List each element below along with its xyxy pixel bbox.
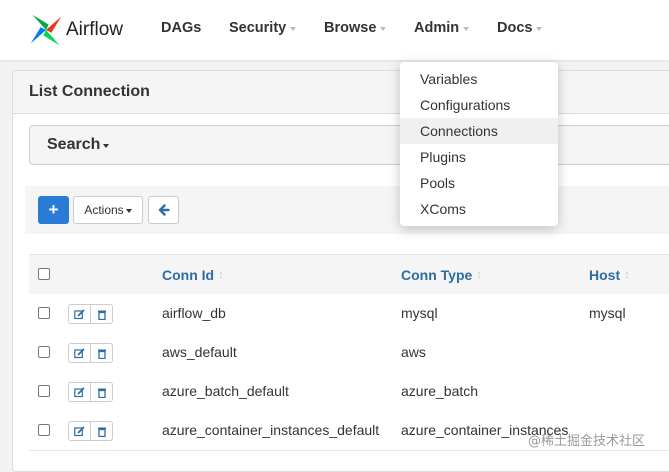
plus-icon: + — [48, 200, 59, 219]
search-box: Search — [29, 125, 669, 165]
edit-button[interactable] — [69, 383, 90, 401]
column-header-conn-type[interactable]: Conn Type ↕ — [401, 267, 482, 283]
edit-button[interactable] — [69, 305, 90, 323]
row-checkbox[interactable] — [38, 307, 50, 319]
menu-item-variables[interactable]: Variables — [400, 66, 558, 92]
nav-browse[interactable]: Browse — [324, 20, 387, 36]
page-title: List Connection — [29, 83, 150, 100]
cell-conn-type: azure_batch — [401, 383, 479, 399]
delete-button[interactable] — [90, 344, 112, 362]
cell-host: mysql — [589, 305, 626, 321]
menu-item-plugins[interactable]: Plugins — [400, 144, 558, 170]
nav-dags-label: DAGs — [161, 20, 202, 36]
column-header-label: Host — [589, 267, 621, 283]
menu-item-pools[interactable]: Pools — [400, 170, 558, 196]
edit-icon — [74, 386, 85, 397]
actions-label: Actions — [84, 203, 124, 217]
column-header-conn-id[interactable]: Conn Id ↕ — [162, 267, 224, 283]
caret-down-icon — [125, 209, 132, 213]
watermark: @稀土掘金技术社区 — [528, 434, 646, 449]
back-button[interactable] — [148, 196, 179, 224]
row-checkbox[interactable] — [38, 346, 50, 358]
edit-button[interactable] — [69, 344, 90, 362]
action-toolbar: + Actions — [25, 186, 669, 234]
edit-icon — [74, 425, 85, 436]
brand-name: Airflow — [66, 19, 124, 40]
edit-button[interactable] — [69, 422, 90, 440]
cell-conn-id: airflow_db — [162, 305, 226, 321]
trash-icon — [97, 388, 106, 398]
add-connection-button[interactable]: + — [38, 196, 69, 224]
nav-dags[interactable]: DAGs — [161, 20, 201, 36]
row-action-buttons — [68, 382, 113, 402]
menu-item-connections[interactable]: Connections — [400, 118, 558, 144]
nav-admin[interactable]: Admin — [414, 20, 470, 36]
row-action-buttons — [68, 421, 113, 441]
caret-down-icon — [290, 27, 297, 31]
cell-conn-id: azure_batch_default — [162, 383, 289, 399]
caret-down-icon — [380, 27, 387, 31]
column-header-host[interactable]: Host ↕ — [589, 267, 630, 283]
table-row: airflow_db mysql mysql — [29, 294, 669, 334]
column-header-label: Conn Id — [162, 267, 215, 283]
caret-down-icon — [103, 144, 110, 148]
menu-item-xcoms[interactable]: XComs — [400, 196, 558, 222]
row-checkbox[interactable] — [38, 385, 50, 397]
admin-dropdown-menu: Variables Configurations Connections Plu… — [400, 62, 558, 226]
arrow-left-icon — [158, 204, 170, 216]
nav-security[interactable]: Security — [229, 20, 297, 36]
sort-icon: ↕ — [218, 269, 224, 281]
caret-down-icon — [536, 27, 543, 31]
sort-icon: ↕ — [476, 269, 482, 281]
trash-icon — [97, 349, 106, 359]
row-checkbox[interactable] — [38, 424, 50, 436]
nav-security-label: Security — [229, 20, 287, 36]
caret-down-icon — [463, 27, 470, 31]
edit-icon — [74, 308, 85, 319]
top-navbar: Airflow DAGs Security Browse Admin Docs — [0, 0, 669, 60]
nav-browse-label: Browse — [324, 20, 377, 36]
sort-icon: ↕ — [624, 269, 630, 281]
cell-conn-id: aws_default — [162, 344, 237, 360]
delete-button[interactable] — [90, 305, 112, 323]
column-header-label: Conn Type — [401, 267, 473, 283]
airflow-logo-icon — [30, 14, 62, 46]
trash-icon — [97, 427, 106, 437]
nav-admin-label: Admin — [414, 20, 460, 36]
nav-docs-label: Docs — [497, 20, 533, 36]
cell-conn-id: azure_container_instances_default — [162, 422, 380, 438]
cell-conn-type: aws — [401, 344, 426, 360]
select-all-checkbox[interactable] — [38, 268, 50, 280]
table-header: Conn Id ↕ Conn Type ↕ Host ↕ — [29, 254, 669, 297]
menu-item-configurations[interactable]: Configurations — [400, 92, 558, 118]
cell-conn-type: mysql — [401, 305, 438, 321]
edit-icon — [74, 347, 85, 358]
trash-icon — [97, 310, 106, 320]
brand[interactable]: Airflow — [28, 10, 123, 50]
delete-button[interactable] — [90, 422, 112, 440]
nav-docs[interactable]: Docs — [497, 20, 543, 36]
search-dropdown[interactable]: Search — [47, 136, 110, 154]
table-row: aws_default aws — [29, 333, 669, 373]
delete-button[interactable] — [90, 383, 112, 401]
row-action-buttons — [68, 343, 113, 363]
search-label: Search — [47, 136, 101, 153]
panel-heading: List Connection — [13, 71, 669, 114]
table-row: azure_batch_default azure_batch — [29, 372, 669, 412]
actions-dropdown-button[interactable]: Actions — [73, 196, 143, 224]
row-action-buttons — [68, 304, 113, 324]
